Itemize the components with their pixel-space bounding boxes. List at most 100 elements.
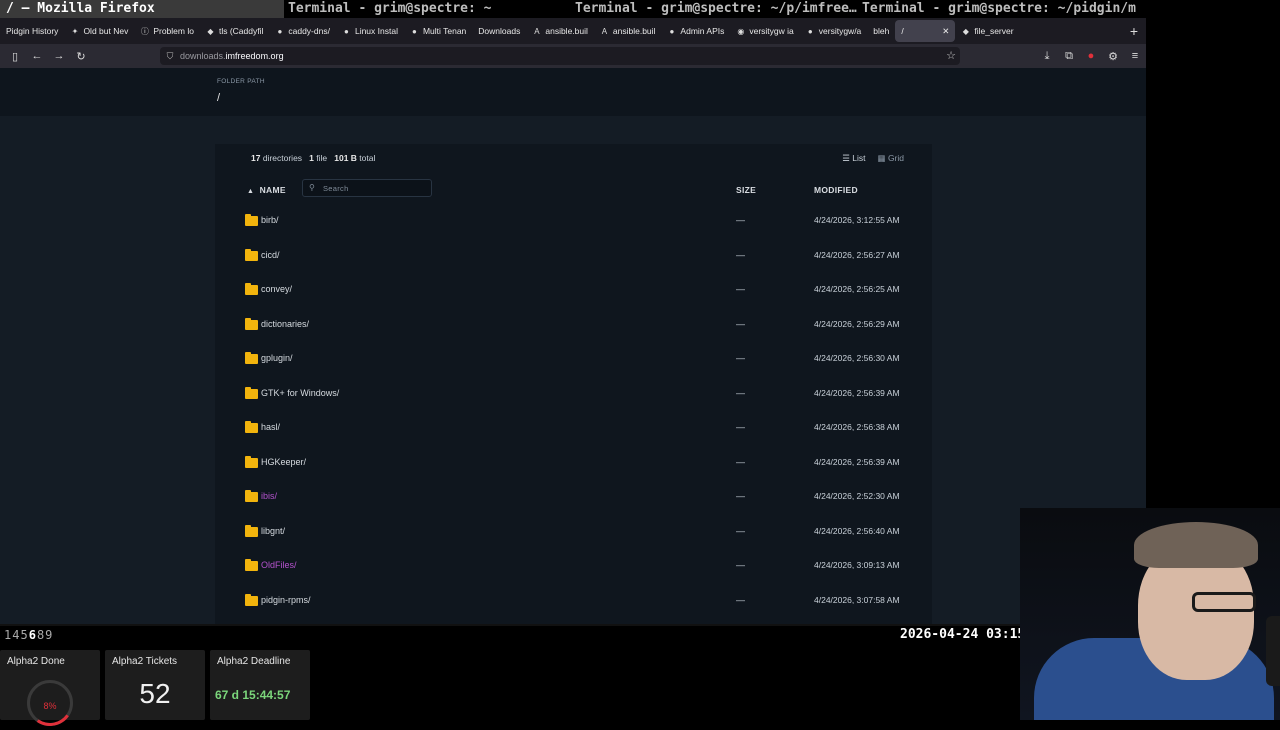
menu-icon[interactable]: ≡ (1124, 50, 1146, 62)
entry-name-link[interactable]: libgnt/ (261, 526, 285, 536)
browser-tab[interactable]: ● Admin APIs (661, 18, 730, 44)
folder-icon (245, 283, 258, 295)
table-row[interactable]: hasl/ — 4/24/2026, 2:56:38 AM (215, 411, 932, 445)
back-icon[interactable]: ← (26, 50, 48, 62)
grid-view-button[interactable]: ▦ Grid (878, 153, 904, 164)
workspace-button[interactable]: 9 (45, 628, 53, 642)
github-icon: ● (412, 26, 417, 36)
entry-name-link[interactable]: birb/ (261, 215, 279, 225)
list-view-button[interactable]: ☰ List (842, 153, 865, 164)
entry-size: — (736, 284, 745, 294)
reload-icon[interactable]: ↻ (70, 50, 92, 63)
table-row[interactable]: OldFiles/ — 4/24/2026, 3:09:13 AM (215, 549, 932, 583)
entry-name-link[interactable]: GTK+ for Windows/ (261, 388, 339, 398)
browser-tab[interactable]: ● versitygw/a (800, 18, 868, 44)
github-icon: ● (807, 26, 813, 36)
browser-tab[interactable]: / ✕ (895, 20, 956, 42)
tab-strip: Pidgin History ✦ Old but Nev ⓘ Problem lo ◆ tl… (0, 18, 1146, 44)
toolbar-right: ⤓ ⧉ ● ⚙ ≡ (1036, 44, 1146, 68)
table-row[interactable]: birb/ — 4/24/2026, 3:12:55 AM (215, 204, 932, 238)
sort-asc-icon: ▲ (247, 188, 255, 195)
browser-tab[interactable]: Pidgin History (0, 18, 64, 44)
deadline-countdown: 67 d 15:44:57 (215, 688, 291, 702)
table-row[interactable]: pidgin-rpms/ — 4/24/2026, 3:07:58 AM (215, 584, 932, 618)
browser-tab[interactable]: Aansible.buil (594, 18, 662, 44)
new-tab-icon[interactable]: + (1130, 23, 1146, 39)
sort-by-size[interactable]: SIZE (736, 185, 756, 195)
entry-name-link[interactable]: dictionaries/ (261, 319, 309, 329)
browser-tab[interactable]: Aansible.buil (526, 18, 594, 44)
close-tab-icon[interactable]: ✕ (942, 26, 949, 37)
search-input[interactable]: ⚲ Search (302, 179, 432, 197)
search-placeholder: Search (323, 184, 349, 193)
entry-name-link[interactable]: convey/ (261, 284, 292, 294)
dir-count: 17 (251, 153, 261, 163)
download-icon[interactable]: ⤓ (1036, 50, 1058, 63)
folder-icon (245, 248, 258, 261)
tab-label: Problem lo (153, 26, 194, 36)
entry-name-link[interactable]: cicd/ (261, 250, 280, 260)
total-size: 101 B (334, 153, 357, 163)
addon-icon[interactable]: ⚙ (1102, 50, 1124, 63)
ansible-icon: A (601, 26, 608, 36)
workspace-button[interactable]: 1 (4, 628, 12, 642)
wm-active-window-title[interactable]: / — Mozilla Firefox (0, 0, 284, 18)
entry-size: — (736, 353, 745, 363)
entry-modified: 4/24/2026, 3:09:13 AM (814, 560, 900, 570)
table-row[interactable]: libgnt/ — 4/24/2026, 2:56:40 AM (215, 515, 932, 549)
tab-label: / (901, 26, 904, 36)
grid-view-label: Grid (887, 153, 904, 163)
workspace-button[interactable]: 8 (37, 628, 45, 642)
workspace-button[interactable]: 5 (20, 628, 28, 642)
browser-tab[interactable]: ✦ Old but Nev (64, 18, 134, 44)
forward-icon[interactable]: → (48, 50, 70, 62)
table-row[interactable]: ibis/ — 4/24/2026, 2:52:30 AM (215, 480, 932, 514)
sort-by-name[interactable]: ▲ NAME (247, 185, 286, 195)
browser-tab[interactable]: ◆ tls (Caddyfil (200, 18, 269, 44)
wm-window-title[interactable]: Terminal - grim@spectre: ~ (288, 1, 492, 16)
webcam-overlay (1020, 508, 1280, 720)
entry-name-link[interactable]: pidgin-rpms/ (261, 595, 311, 605)
tab-label: Pidgin History (6, 26, 59, 36)
entry-name-link[interactable]: gplugin/ (261, 353, 293, 363)
url-bar[interactable]: ⛉ downloads. imfreedom.org ☆ (160, 47, 960, 65)
browser-tab[interactable]: ◆ file_server (955, 18, 1019, 44)
extensions-icon[interactable]: ⧉ (1058, 50, 1080, 63)
wm-window-title[interactable]: Terminal - grim@spectre: ~/pidgin/m (862, 1, 1136, 16)
sort-by-modified[interactable]: MODIFIED (814, 185, 858, 195)
table-row[interactable]: HGKeeper/ — 4/24/2026, 2:56:39 AM (215, 446, 932, 480)
folder-path-label: FOLDER PATH (217, 78, 265, 85)
entry-size: — (736, 456, 745, 467)
entry-name-link[interactable]: hasl/ (261, 422, 280, 432)
shield-icon[interactable]: ⛉ (160, 51, 180, 62)
browser-tab[interactable]: ⓘ Problem lo (134, 18, 200, 44)
browser-tab[interactable]: ● Linux Instal (336, 18, 404, 44)
table-row[interactable]: dictionaries/ — 4/24/2026, 2:56:29 AM (215, 308, 932, 342)
browser-tab[interactable]: Downloads (472, 18, 526, 44)
folder-header: FOLDER PATH / (0, 68, 1146, 116)
entry-modified: 4/24/2026, 2:56:39 AM (814, 456, 900, 467)
folder-icon (245, 214, 258, 226)
sidebar-icon[interactable]: ▯ (4, 50, 26, 63)
browser-tab[interactable]: ◉ versitygw ia (730, 18, 799, 44)
wm-window-title[interactable]: Terminal - grim@spectre: ~/p/imfree… (575, 1, 857, 16)
entry-name-link[interactable]: ibis/ (261, 491, 277, 501)
table-row[interactable]: GTK+ for Windows/ — 4/24/2026, 2:56:39 AM (215, 377, 932, 411)
workspace-button[interactable]: 6 (29, 628, 37, 642)
entry-name-link[interactable]: OldFiles/ (261, 560, 297, 570)
table-row[interactable]: cicd/ — 4/24/2026, 2:56:27 AM (215, 239, 932, 273)
ublock-icon[interactable]: ● (1080, 50, 1102, 62)
entry-modified: 4/24/2026, 3:12:55 AM (814, 215, 900, 225)
browser-tab[interactable]: ● caddy-dns/ (269, 18, 336, 44)
bookmark-star-icon[interactable]: ☆ (946, 49, 956, 62)
ticket-count: 52 (139, 678, 171, 709)
entry-size: — (736, 525, 745, 536)
entry-name-link[interactable]: HGKeeper/ (261, 457, 306, 467)
entry-size: — (736, 594, 745, 605)
browser-tab[interactable]: ● Multi Tenan (404, 18, 472, 44)
browser-tab[interactable]: bleh (867, 18, 895, 44)
table-row[interactable]: convey/ — 4/24/2026, 2:56:25 AM (215, 273, 932, 307)
ansible-icon: A (534, 26, 540, 36)
widget-title: Alpha2 Tickets (112, 656, 178, 667)
table-row[interactable]: gplugin/ — 4/24/2026, 2:56:30 AM (215, 342, 932, 376)
